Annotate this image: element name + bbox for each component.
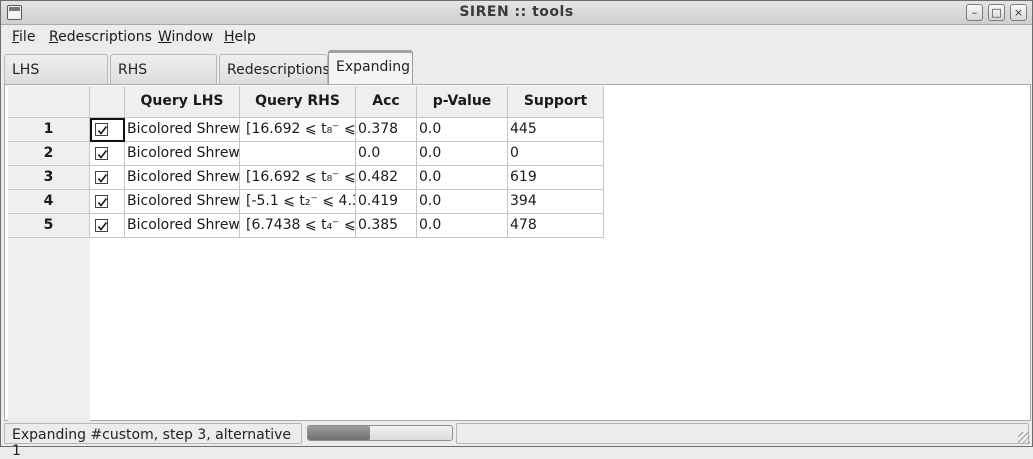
table-cell-enabled[interactable] <box>90 142 125 166</box>
column-header-p-value[interactable]: p-Value <box>417 86 508 118</box>
enabled-checkbox[interactable] <box>95 123 108 136</box>
app-window: SIREN :: tools – □ × File Redescriptions… <box>0 0 1033 459</box>
checkmark-icon <box>97 126 108 135</box>
tab-lhs-variables[interactable]: LHS Variables <box>4 54 108 108</box>
table-cell-support[interactable]: 619 <box>508 166 604 190</box>
status-extra-segment <box>456 423 1029 444</box>
table-cell-p-value[interactable]: 0.0 <box>417 190 508 214</box>
table-cell-enabled[interactable] <box>90 118 125 142</box>
table-cell-support[interactable]: 0 <box>508 142 604 166</box>
progress-fill <box>308 426 370 440</box>
table-cell-p-value[interactable]: 0.0 <box>417 142 508 166</box>
menu-file[interactable]: File <box>12 29 35 45</box>
table-cell-support[interactable]: 478 <box>508 214 604 238</box>
menu-window[interactable]: Window <box>158 29 213 45</box>
menu-redescriptions[interactable]: Redescriptions <box>49 29 152 45</box>
expanding-panel: Query LHS Query RHS Acc p-Value Support … <box>4 84 1031 421</box>
table-cell-p-value[interactable]: 0.0 <box>417 214 508 238</box>
table-cell-acc[interactable]: 0.419 <box>356 190 417 214</box>
row-header[interactable]: 4 <box>8 190 90 214</box>
enabled-checkbox[interactable] <box>95 219 108 232</box>
table-cell-support[interactable]: 394 <box>508 190 604 214</box>
maximize-icon: □ <box>991 6 1002 19</box>
row-header[interactable]: 2 <box>8 142 90 166</box>
table-cell-acc[interactable]: 0.482 <box>356 166 417 190</box>
table-cell-query-lhs[interactable]: Bicolored Shrew <box>125 190 240 214</box>
table-cell-query-rhs[interactable]: [16.692 ⩽ t₈⁻ ⩽ 2 <box>240 166 356 190</box>
table-corner[interactable] <box>8 86 90 118</box>
row-header[interactable]: 5 <box>8 214 90 238</box>
checkmark-icon <box>97 222 108 231</box>
tab-bar: LHS Variables RHS Variables Redescriptio… <box>1 49 1032 108</box>
table-cell-query-lhs[interactable]: Bicolored Shrew <box>125 214 240 238</box>
table-cell-enabled[interactable] <box>90 214 125 238</box>
table-cell-query-rhs[interactable]: [-5.1 ⩽ t₂⁻ ⩽ 4.37 <box>240 190 356 214</box>
minimize-button[interactable]: – <box>966 4 983 21</box>
table-cell-query-lhs[interactable]: Bicolored Shrew <box>125 118 240 142</box>
table-cell-support[interactable]: 445 <box>508 118 604 142</box>
table-cell-query-lhs[interactable]: Bicolored Shrew <box>125 142 240 166</box>
resize-grip-icon[interactable] <box>1018 432 1030 444</box>
column-header-query-rhs[interactable]: Query RHS <box>240 86 356 118</box>
close-icon: × <box>1013 6 1024 19</box>
row-header[interactable]: 3 <box>8 166 90 190</box>
table-cell-acc[interactable]: 0.385 <box>356 214 417 238</box>
tab-redescriptions[interactable]: Redescriptions <box>219 54 330 84</box>
table-cell-enabled[interactable] <box>90 190 125 214</box>
table-cell-query-lhs[interactable]: Bicolored Shrew ∨ <box>125 166 240 190</box>
checkmark-icon <box>97 150 108 159</box>
progress-bar <box>307 425 453 441</box>
column-header-query-lhs[interactable]: Query LHS <box>125 86 240 118</box>
enabled-checkbox[interactable] <box>95 171 108 184</box>
status-text: Expanding #custom, step 3, alternative 1 <box>12 427 291 459</box>
column-header-support[interactable]: Support <box>508 86 604 118</box>
table-cell-p-value[interactable]: 0.0 <box>417 118 508 142</box>
row-header[interactable]: 1 <box>8 118 90 142</box>
table-cell-acc[interactable]: 0.0 <box>356 142 417 166</box>
title-bar[interactable]: SIREN :: tools – □ × <box>1 1 1032 25</box>
window-title: SIREN :: tools <box>459 4 574 20</box>
maximize-button[interactable]: □ <box>988 4 1005 21</box>
table-cell-p-value[interactable]: 0.0 <box>417 166 508 190</box>
table-cell-query-rhs[interactable]: [16.692 ⩽ t₈⁻ ⩽ 2 <box>240 118 356 142</box>
minimize-icon: – <box>971 6 978 19</box>
checkmark-icon <box>97 198 108 207</box>
status-text-segment: Expanding #custom, step 3, alternative 1 <box>4 423 302 459</box>
column-header-acc[interactable]: Acc <box>356 86 417 118</box>
enabled-checkbox[interactable] <box>95 195 108 208</box>
tab-expanding[interactable]: Expanding <box>328 50 413 84</box>
table-cell-query-rhs[interactable] <box>240 142 356 166</box>
table-cell-query-rhs[interactable]: [6.7438 ⩽ t₄⁻ ⩽ 7 <box>240 214 356 238</box>
enabled-checkbox[interactable] <box>95 147 108 160</box>
column-header-enabled[interactable] <box>90 86 125 118</box>
tab-rhs-variables[interactable]: RHS Variables <box>110 54 217 108</box>
status-bar: Expanding #custom, step 3, alternative 1 <box>1 421 1032 459</box>
close-button[interactable]: × <box>1010 4 1027 21</box>
checkmark-icon <box>97 174 108 183</box>
table-cell-acc[interactable]: 0.378 <box>356 118 417 142</box>
menu-bar: File Redescriptions Window Help <box>1 25 1032 49</box>
table-cell-enabled[interactable] <box>90 166 125 190</box>
menu-help[interactable]: Help <box>224 29 256 45</box>
